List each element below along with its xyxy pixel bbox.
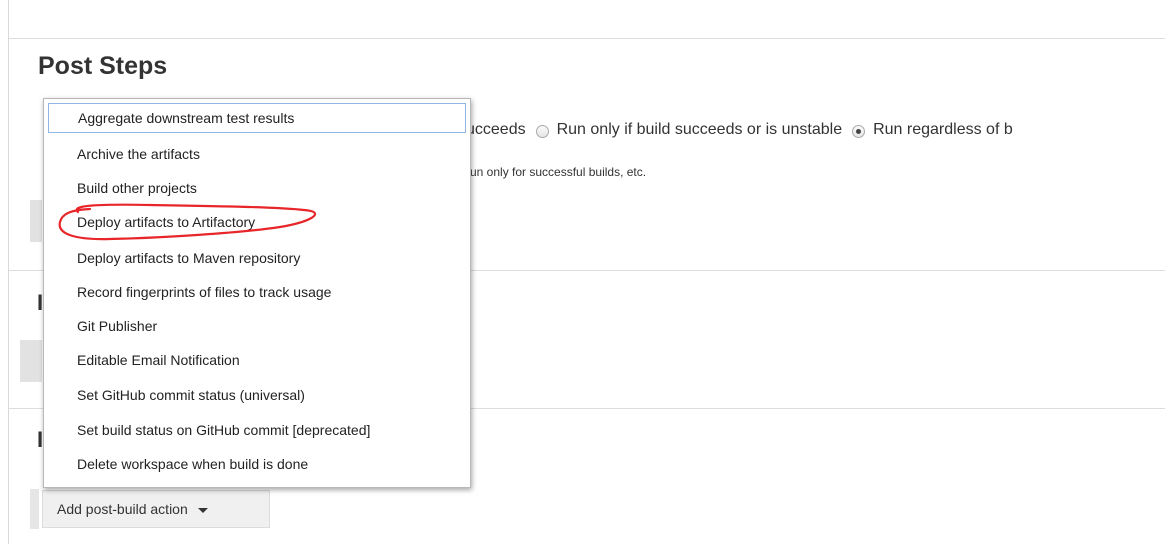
menu-item[interactable]: Deploy artifacts to Maven repository <box>48 243 466 273</box>
menu-item[interactable]: Set build status on GitHub commit [depre… <box>48 415 466 445</box>
add-post-step-button-stub <box>30 200 42 242</box>
control-stub <box>20 340 42 382</box>
add-post-build-action-button[interactable]: Add post-build action <box>42 490 270 528</box>
radio-label: Run only if build succeeds or is unstabl… <box>556 121 843 138</box>
menu-item[interactable]: Git Publisher <box>48 311 466 341</box>
menu-item-deploy-artifactory[interactable]: Deploy artifacts to Artifactory <box>48 207 466 237</box>
post-build-action-menu: Aggregate downstream test results Archiv… <box>43 98 471 488</box>
run-condition-radio-group: ucceeds Run only if build succeeds or is… <box>466 121 1013 139</box>
jenkins-config-page: Post Steps ucceeds Run only if build suc… <box>0 0 1165 544</box>
button-grip <box>30 489 39 529</box>
menu-item[interactable]: Record fingerprints of files to track us… <box>48 277 466 307</box>
left-border <box>8 0 9 544</box>
radio-label: Run regardless of b <box>873 121 1013 138</box>
menu-item[interactable]: Aggregate downstream test results <box>48 103 466 133</box>
section-title: Post Steps <box>38 52 168 80</box>
menu-item[interactable]: Set GitHub commit status (universal) <box>48 380 466 410</box>
add-post-build-action-label: Add post-build action <box>57 501 188 517</box>
caret-down-icon <box>197 507 208 513</box>
menu-item[interactable]: Delete workspace when build is done <box>48 449 466 479</box>
radio-unstable[interactable] <box>535 124 549 138</box>
radio-regardless[interactable] <box>852 124 866 138</box>
menu-item[interactable]: Build other projects <box>48 173 466 203</box>
section-divider <box>9 38 1165 39</box>
help-text: run only for successful builds, etc. <box>466 165 647 179</box>
menu-item[interactable]: Editable Email Notification <box>48 345 466 375</box>
menu-item[interactable]: Archive the artifacts <box>48 139 466 169</box>
radio-label: ucceeds <box>466 121 526 138</box>
